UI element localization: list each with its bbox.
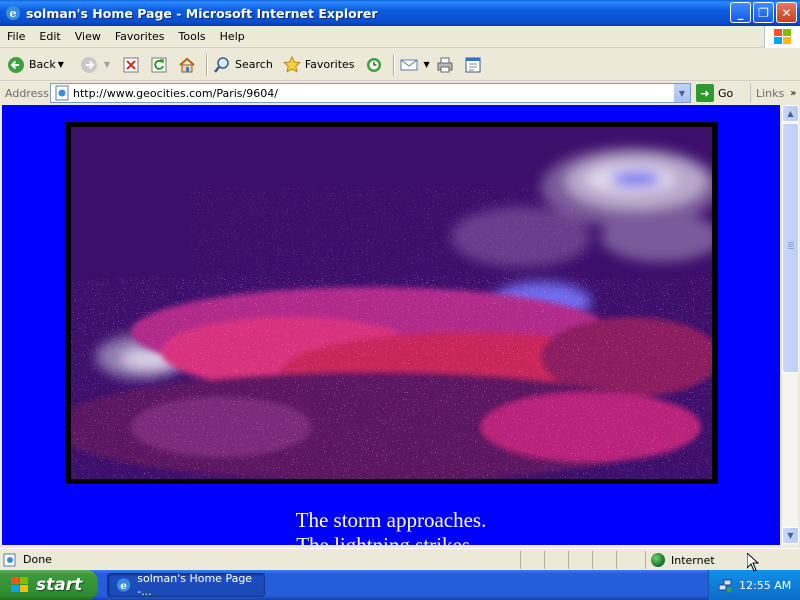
status-cell <box>544 551 568 569</box>
close-button[interactable]: ✕ <box>776 2 797 23</box>
caption-line-1: The storm approaches. <box>295 508 487 532</box>
mail-icon <box>400 56 418 74</box>
browser-window: e solman's Home Page - Microsoft Interne… <box>0 0 800 570</box>
windows-logo-icon <box>764 26 800 48</box>
back-arrow-icon <box>7 56 25 74</box>
page-content: The storm approaches. The lightning stri… <box>2 105 780 545</box>
ie-logo-icon: e <box>116 578 131 592</box>
security-zone[interactable]: Internet <box>645 551 795 569</box>
minimize-button[interactable]: _ <box>730 2 751 23</box>
toolbar-separator <box>206 53 208 76</box>
forward-arrow-icon <box>80 56 98 74</box>
menu-bar: File Edit View Favorites Tools Help <box>0 26 800 48</box>
storm-image-frame <box>65 122 718 484</box>
links-toolbar[interactable]: Links » <box>750 83 796 103</box>
page-icon <box>55 85 69 101</box>
address-input[interactable]: http://www.geocities.com/Paris/9604/ ▼ <box>50 83 691 103</box>
menu-view[interactable]: View <box>68 30 108 43</box>
status-bar: Done Internet <box>0 548 800 570</box>
go-button[interactable]: ➜ Go <box>696 83 733 103</box>
home-icon <box>178 56 196 74</box>
clock[interactable]: 12:55 AM <box>739 579 791 592</box>
edit-icon <box>464 56 482 74</box>
window-title: solman's Home Page - Microsoft Internet … <box>26 5 378 21</box>
title-bar[interactable]: e solman's Home Page - Microsoft Interne… <box>0 0 800 26</box>
print-button[interactable] <box>433 52 461 78</box>
toolbar-separator <box>392 53 394 76</box>
status-cell <box>520 551 544 569</box>
menu-tools[interactable]: Tools <box>172 30 213 43</box>
address-bar: Address http://www.geocities.com/Paris/9… <box>0 82 800 104</box>
print-icon <box>436 56 454 74</box>
edit-button[interactable] <box>461 52 489 78</box>
menu-file[interactable]: File <box>0 30 32 43</box>
address-url: http://www.geocities.com/Paris/9604/ <box>73 86 278 100</box>
storm-image <box>71 127 712 479</box>
address-dropdown-icon[interactable]: ▼ <box>673 84 690 102</box>
zone-label: Internet <box>671 553 715 567</box>
vertical-scrollbar[interactable]: ▲ ▼ <box>781 105 799 545</box>
stop-icon <box>122 56 140 74</box>
forward-button[interactable]: ▼ <box>77 52 113 78</box>
taskbar-ie-window[interactable]: e solman's Home Page -... <box>107 572 265 598</box>
home-button[interactable] <box>175 52 203 78</box>
go-arrow-icon: ➜ <box>696 84 714 102</box>
mail-button[interactable]: ▼ <box>397 52 433 78</box>
windows-flag-icon <box>11 577 28 592</box>
status-cell <box>616 551 640 569</box>
status-cells <box>520 551 640 569</box>
back-label: Back <box>29 58 56 71</box>
search-label: Search <box>235 58 273 71</box>
svg-text:e: e <box>120 580 127 592</box>
forward-dropdown-icon[interactable]: ▼ <box>104 60 110 69</box>
stop-button[interactable] <box>119 52 147 78</box>
back-button[interactable]: Back ▼ <box>4 52 67 78</box>
search-icon <box>213 56 231 74</box>
status-cell <box>568 551 592 569</box>
scroll-up-button[interactable]: ▲ <box>782 105 799 122</box>
start-label: start <box>36 575 83 595</box>
menu-edit[interactable]: Edit <box>32 30 67 43</box>
status-text: Done <box>23 553 52 566</box>
menu-favorites[interactable]: Favorites <box>108 30 172 43</box>
caption-line-2: The lightning strikes... <box>296 533 486 545</box>
search-button[interactable]: Search <box>210 52 276 78</box>
address-label: Address <box>5 86 49 100</box>
scroll-thumb[interactable] <box>782 123 799 373</box>
network-icon[interactable] <box>717 577 733 593</box>
ie-logo-icon: e <box>6 6 20 20</box>
status-cell <box>592 551 616 569</box>
favorites-star-icon <box>282 55 301 74</box>
back-dropdown-icon[interactable]: ▼ <box>58 60 64 69</box>
refresh-button[interactable] <box>147 52 175 78</box>
internet-globe-icon <box>651 553 665 567</box>
start-button[interactable]: start <box>0 570 98 600</box>
scroll-grip-icon <box>788 242 794 243</box>
page-done-icon <box>3 553 16 566</box>
chevron-right-icon[interactable]: » <box>790 88 796 99</box>
favorites-button[interactable]: Favorites <box>280 52 358 78</box>
favorites-label: Favorites <box>304 58 355 71</box>
links-label: Links <box>756 86 785 100</box>
history-icon <box>365 56 383 74</box>
mail-dropdown-icon[interactable]: ▼ <box>424 60 430 69</box>
refresh-icon <box>150 56 168 74</box>
svg-text:e: e <box>10 7 17 20</box>
system-tray: 12:55 AM <box>708 570 800 600</box>
standard-toolbar: Back ▼ ▼ Search Favorites ▼ <box>0 49 800 81</box>
history-button[interactable] <box>362 52 390 78</box>
taskbar-window-label: solman's Home Page -... <box>137 572 253 598</box>
menu-help[interactable]: Help <box>213 30 252 43</box>
restore-button[interactable]: ❐ <box>753 2 774 23</box>
scroll-down-button[interactable]: ▼ <box>782 527 799 544</box>
mouse-cursor-icon <box>747 553 759 572</box>
taskbar: start e solman's Home Page -... 12:55 AM <box>0 570 800 600</box>
go-label: Go <box>718 86 734 100</box>
